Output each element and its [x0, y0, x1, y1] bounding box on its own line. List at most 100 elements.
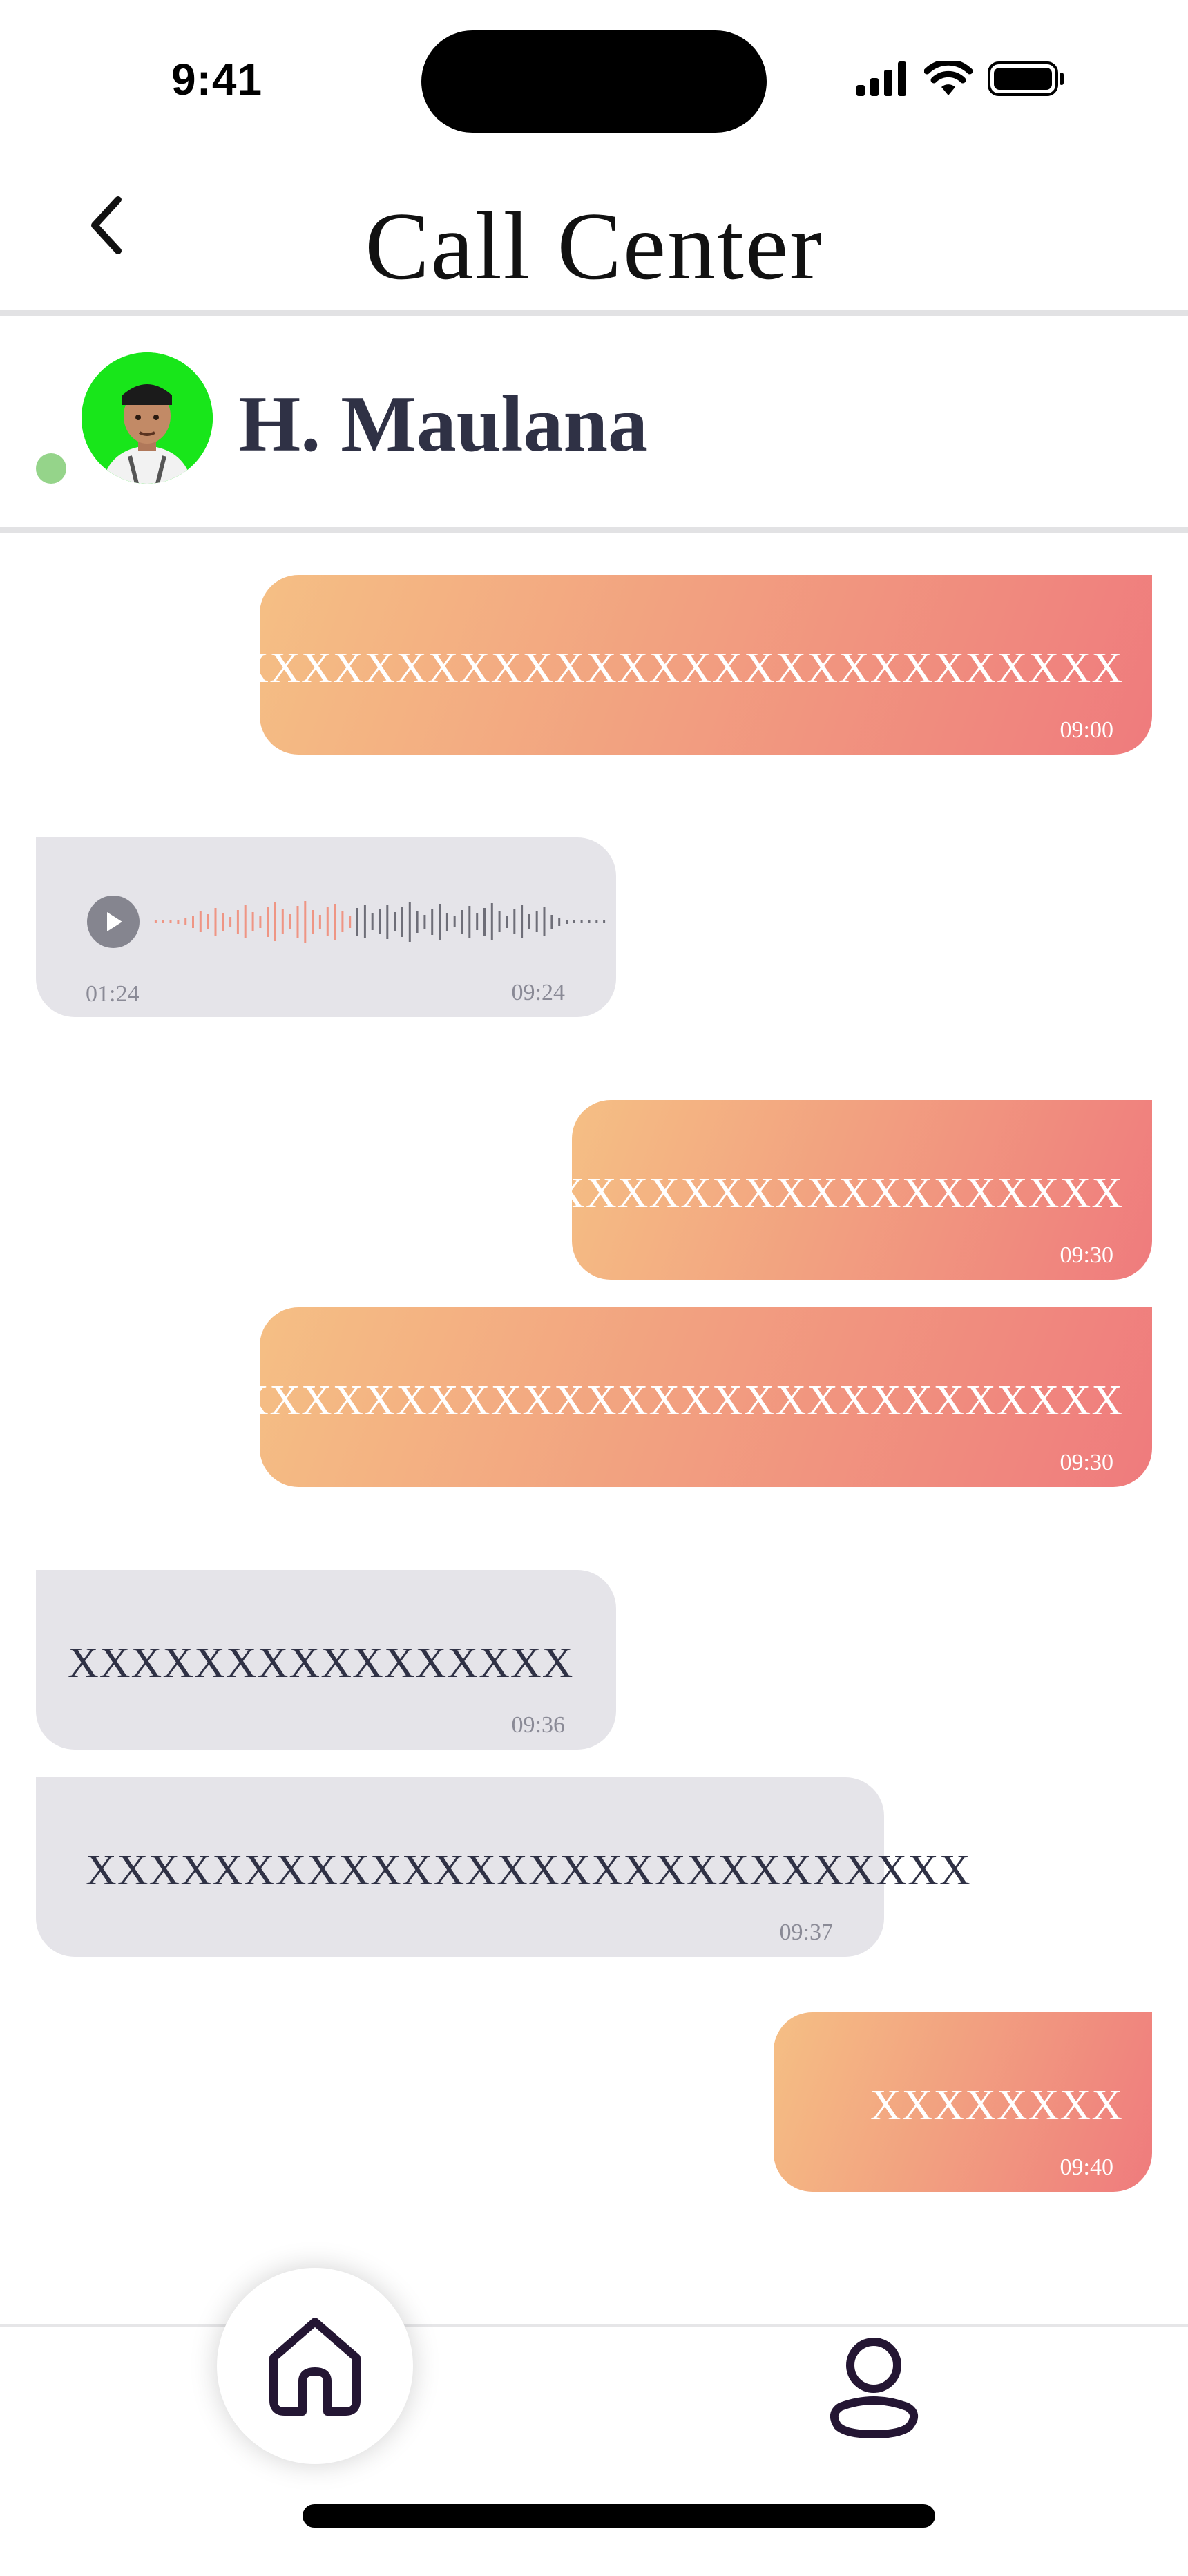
message-time: 09:30 [1060, 1242, 1113, 1268]
waveform-bar [334, 904, 336, 940]
waveform-bar [296, 906, 299, 938]
message-text: XXXXXXXXXXXXXXXXXXXXXXXXXXXXX [206, 1377, 1123, 1424]
waveform-bar [588, 920, 591, 923]
contact-name: H. Maulana [238, 380, 648, 468]
waveform-bar [490, 903, 493, 940]
message-outgoing[interactable]: XXXXXXXXXXXXXXXXXXXXXXXXXXXXX 09:00 [207, 575, 1152, 755]
message-text: XXXXXXXXXXXXXXXX [68, 1640, 574, 1687]
waveform-bar [259, 916, 262, 928]
page-title: Call Center [365, 193, 823, 300]
waveform-bar [506, 916, 508, 928]
waveform-bar [468, 906, 471, 938]
waveform-bar [483, 908, 486, 936]
user-icon [830, 2338, 918, 2438]
voice-duration: 01:24 [86, 981, 140, 1007]
contact-divider [0, 527, 1188, 533]
status-icons [856, 61, 1065, 97]
waveform-bar [162, 920, 164, 923]
wifi-icon [924, 61, 973, 95]
waveform-bar [401, 907, 403, 937]
waveform-bar [446, 913, 448, 931]
message-time: 09:37 [779, 1920, 833, 1945]
message-time: 09:36 [511, 1712, 565, 1738]
chat-screen: 9:41 Call Center H. Maulana XXXXXXXXXXXX… [0, 0, 1188, 2576]
nav-home-button[interactable] [217, 2268, 413, 2464]
header: Call Center [0, 133, 1188, 311]
bottom-nav [0, 2324, 1188, 2576]
waveform-bar [177, 920, 180, 924]
waveform-bar [535, 911, 538, 932]
waveform-bar [416, 911, 419, 933]
message-outgoing[interactable]: XXXXXXXX 09:40 [774, 2012, 1152, 2192]
waveform-bar [513, 909, 516, 934]
status-time: 9:41 [171, 55, 263, 104]
home-icon [269, 2318, 361, 2416]
waveform-bar [199, 911, 202, 932]
message-time: 09:00 [1060, 717, 1113, 743]
waveform-bar [289, 914, 291, 929]
signal-icon [856, 61, 906, 96]
message-text: XXXXXXXX [870, 2082, 1123, 2129]
waveform-bar [154, 920, 157, 923]
waveform-bar [222, 913, 224, 931]
waveform-bar [439, 904, 441, 940]
waveform-bar [267, 907, 269, 937]
waveform-bar [244, 905, 247, 938]
avatar[interactable] [82, 352, 213, 484]
waveform-bar [214, 908, 217, 936]
waveform-bar [318, 915, 321, 929]
waveform-bar [229, 917, 232, 927]
waveform-bar [566, 920, 568, 924]
waveform-bar [408, 902, 411, 942]
online-indicator [36, 453, 66, 484]
waveform-bar [326, 907, 329, 936]
waveform-bar [304, 901, 307, 943]
play-button[interactable] [87, 896, 140, 948]
waveform-bar [341, 911, 344, 932]
waveform-bar [312, 910, 314, 934]
waveform-bar [386, 905, 389, 939]
waveform-bar [274, 902, 276, 941]
waveform-bar [207, 914, 209, 929]
waveform-bar [281, 909, 284, 934]
waveform-bar [236, 910, 239, 934]
play-icon [107, 912, 122, 931]
waveform-bar [558, 918, 561, 926]
message-time: 09:24 [511, 980, 565, 1005]
battery-icon [988, 61, 1064, 96]
nav-profile-button[interactable] [815, 2329, 932, 2453]
waveform-bar [573, 920, 575, 923]
message-time: 09:40 [1060, 2154, 1113, 2180]
message-incoming[interactable]: XXXXXXXXXXXXXXXX 09:36 [36, 1570, 616, 1750]
waveform-bar [521, 905, 524, 938]
message-time: 09:30 [1060, 1450, 1113, 1475]
waveform-bar [431, 909, 434, 935]
waveform-bar [603, 920, 606, 923]
waveform-bar [423, 915, 426, 929]
waveform[interactable] [152, 887, 608, 956]
home-indicator [303, 2504, 935, 2528]
waveform-bar [371, 913, 374, 930]
waveform-bar [192, 916, 194, 928]
message-text: XXXXXXXXXXXXXXXXXXXXXXXXXXXXX [206, 645, 1123, 692]
waveform-bar [550, 915, 553, 929]
waveform-bar [349, 916, 352, 928]
message-incoming[interactable]: XXXXXXXXXXXXXXXXXXXXXXXXXXXX 09:37 [36, 1777, 970, 1957]
waveform-bar [251, 912, 254, 931]
waveform-bar [356, 908, 358, 936]
message-outgoing[interactable]: XXXXXXXXXXXXXXXXXX 09:30 [554, 1100, 1152, 1280]
message-text: XXXXXXXXXXXXXXXXXX [554, 1170, 1123, 1217]
person-photo [82, 352, 213, 484]
waveform-bar [379, 909, 381, 934]
waveform-bar [476, 913, 479, 930]
waveform-bar [543, 907, 546, 936]
waveform-bar [453, 916, 456, 927]
waveform-bar [498, 911, 501, 932]
waveform-bar [528, 914, 530, 929]
waveform-bar [169, 920, 172, 923]
message-text: XXXXXXXXXXXXXXXXXXXXXXXXXXXX [86, 1847, 971, 1894]
waveform-bar [184, 918, 187, 925]
message-outgoing[interactable]: XXXXXXXXXXXXXXXXXXXXXXXXXXXXX 09:30 [207, 1307, 1152, 1487]
contact-bar[interactable]: H. Maulana [0, 319, 1188, 527]
message-voice[interactable]: 01:24 09:24 [36, 837, 616, 1017]
